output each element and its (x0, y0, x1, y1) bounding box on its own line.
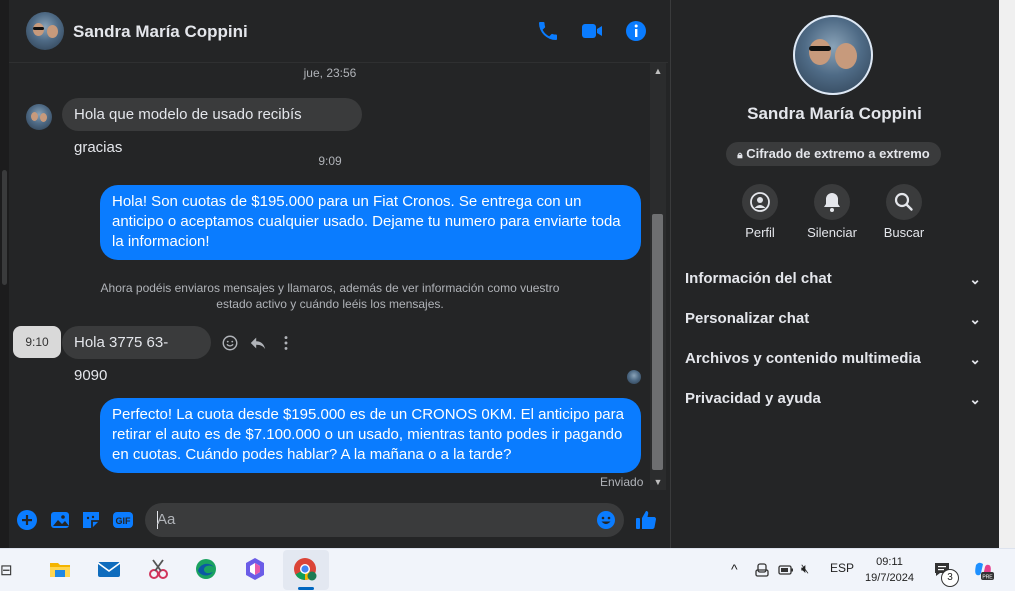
chevron-down-icon: ⌄ (969, 271, 981, 287)
delivery-status: Enviado (600, 475, 644, 489)
chevron-down-icon: ⌄ (969, 311, 981, 327)
thumbs-up-icon[interactable] (634, 508, 658, 532)
more-options-icon[interactable] (277, 334, 295, 352)
sticker-icon[interactable] (80, 509, 102, 531)
meet-icon[interactable] (754, 562, 770, 578)
search-icon (894, 192, 913, 211)
scroll-up-arrow[interactable]: ▲ (650, 63, 666, 79)
section-label: Archivos y contenido multimedia (685, 350, 921, 367)
copilot-icon[interactable] (242, 556, 268, 582)
video-icon[interactable] (580, 19, 604, 43)
contact-avatar[interactable] (26, 12, 64, 50)
chrome-icon[interactable] (292, 556, 318, 582)
bell-icon (824, 193, 840, 212)
section-media-files[interactable]: Archivos y contenido multimedia ⌄ (685, 348, 985, 370)
file-explorer-icon[interactable] (47, 556, 73, 582)
input-language[interactable]: ESP (830, 561, 854, 575)
chevron-down-icon: ⌄ (969, 351, 981, 367)
clock-time: 09:11 (876, 556, 903, 568)
battery-icon[interactable] (778, 564, 794, 576)
taskbar-clock[interactable]: 09:11 19/7/2024 (862, 554, 917, 586)
sender-avatar[interactable] (26, 104, 52, 130)
section-privacy-support[interactable]: Privacidad y ayuda ⌄ (685, 388, 985, 410)
chevron-down-icon: ⌄ (969, 391, 981, 407)
notification-count-badge: 3 (941, 569, 959, 587)
message-input[interactable]: Aa (157, 503, 175, 537)
message-scrollbar-thumb[interactable] (652, 214, 663, 470)
reply-icon[interactable] (249, 334, 267, 352)
mail-icon[interactable] (96, 556, 122, 582)
gif-icon[interactable]: GIF (112, 509, 134, 531)
message-timestamp: jue, 23:56 (303, 66, 357, 80)
incoming-message[interactable]: Hola 3775 63-9090 (62, 326, 211, 384)
svg-text:PRE: PRE (982, 575, 993, 581)
encryption-label: Cifrado de extremo a extremo (746, 146, 930, 161)
copilot-preview-icon[interactable]: PRE (972, 559, 994, 581)
svg-text:GIF: GIF (116, 516, 132, 526)
seen-indicator-avatar (627, 370, 641, 384)
system-notice: Ahora podéis enviaros mensajes y llamaro… (100, 281, 560, 311)
outgoing-message[interactable]: Perfecto! La cuota desde $195.000 es de … (100, 398, 641, 473)
incoming-message[interactable]: Hola que modelo de usado recibís gracias (62, 98, 362, 156)
section-label: Privacidad y ayuda (685, 390, 821, 407)
chevron-up-icon[interactable]: ^ (731, 561, 738, 577)
section-chat-info[interactable]: Información del chat ⌄ (685, 268, 985, 290)
search-button[interactable] (886, 184, 922, 220)
profile-button[interactable] (742, 184, 778, 220)
image-icon[interactable] (49, 509, 71, 531)
encryption-badge[interactable]: 🔒︎ Cifrado de extremo a extremo (726, 142, 941, 166)
message-composer[interactable]: Aa (145, 503, 624, 537)
plus-icon[interactable] (16, 509, 38, 531)
scroll-down-arrow[interactable]: ▼ (650, 474, 666, 490)
profile-avatar[interactable] (793, 15, 873, 95)
conversation-list-scrollbar[interactable] (2, 170, 7, 285)
phone-icon[interactable] (536, 19, 560, 43)
lock-icon: 🔒︎ (737, 150, 743, 161)
edge-browser-icon[interactable] (193, 556, 219, 582)
volume-muted-icon[interactable]: 🔇︎ (801, 561, 809, 577)
contact-name[interactable]: Sandra María Coppini (73, 22, 248, 42)
emoji-icon[interactable] (596, 510, 616, 530)
task-view-icon[interactable]: ⊟ (0, 561, 13, 579)
react-emoji-icon[interactable] (221, 334, 239, 352)
hover-timestamp-tooltip: 9:10 (13, 326, 61, 358)
section-label: Información del chat (685, 270, 832, 287)
section-customize-chat[interactable]: Personalizar chat ⌄ (685, 308, 985, 330)
profile-name: Sandra María Coppini (747, 104, 922, 123)
window-edge-strip (999, 0, 1015, 548)
clock-date: 19/7/2024 (865, 572, 914, 584)
search-label: Buscar (883, 225, 925, 240)
profile-icon (750, 192, 770, 212)
message-timestamp: 9:09 (318, 154, 342, 168)
outgoing-message[interactable]: Hola! Son cuotas de $195.000 para un Fia… (100, 185, 641, 260)
section-label: Personalizar chat (685, 310, 810, 327)
profile-label: Perfil (745, 225, 775, 240)
mute-label: Silenciar (807, 225, 857, 240)
info-icon[interactable] (624, 19, 648, 43)
snipping-tool-icon[interactable] (145, 556, 171, 582)
mute-button[interactable] (814, 184, 850, 220)
